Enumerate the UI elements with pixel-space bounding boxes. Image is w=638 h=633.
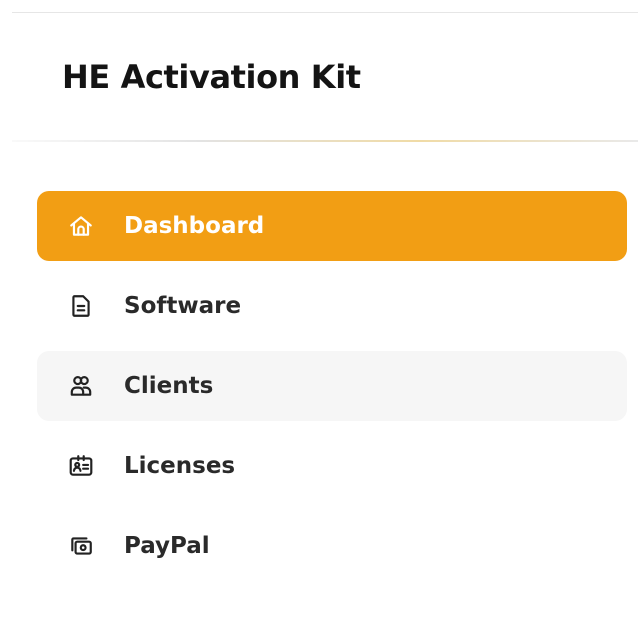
brand-divider [12, 140, 638, 142]
sidebar-item-dashboard[interactable]: Dashboard [37, 191, 627, 261]
sidebar-item-label: Software [124, 293, 242, 319]
sidebar-item-label: Clients [124, 373, 214, 399]
app-title: HE Activation Kit [62, 58, 361, 96]
sidebar-item-paypal[interactable]: PayPal [37, 511, 627, 581]
users-icon [67, 372, 95, 400]
id-card-icon [67, 452, 95, 480]
sidebar-item-label: Dashboard [124, 213, 265, 239]
sidebar-item-clients[interactable]: Clients [37, 351, 627, 421]
top-divider [12, 12, 638, 13]
sidebar: HE Activation Kit Dashboard Software Cli… [0, 0, 638, 633]
sidebar-item-label: Licenses [124, 453, 236, 479]
sidebar-item-label: PayPal [124, 533, 210, 559]
sidebar-item-software[interactable]: Software [37, 271, 627, 341]
home-icon [67, 212, 95, 240]
cash-icon [67, 532, 95, 560]
document-icon [67, 292, 95, 320]
sidebar-nav: Dashboard Software Clients Licenses PayP… [37, 191, 627, 591]
sidebar-item-licenses[interactable]: Licenses [37, 431, 627, 501]
